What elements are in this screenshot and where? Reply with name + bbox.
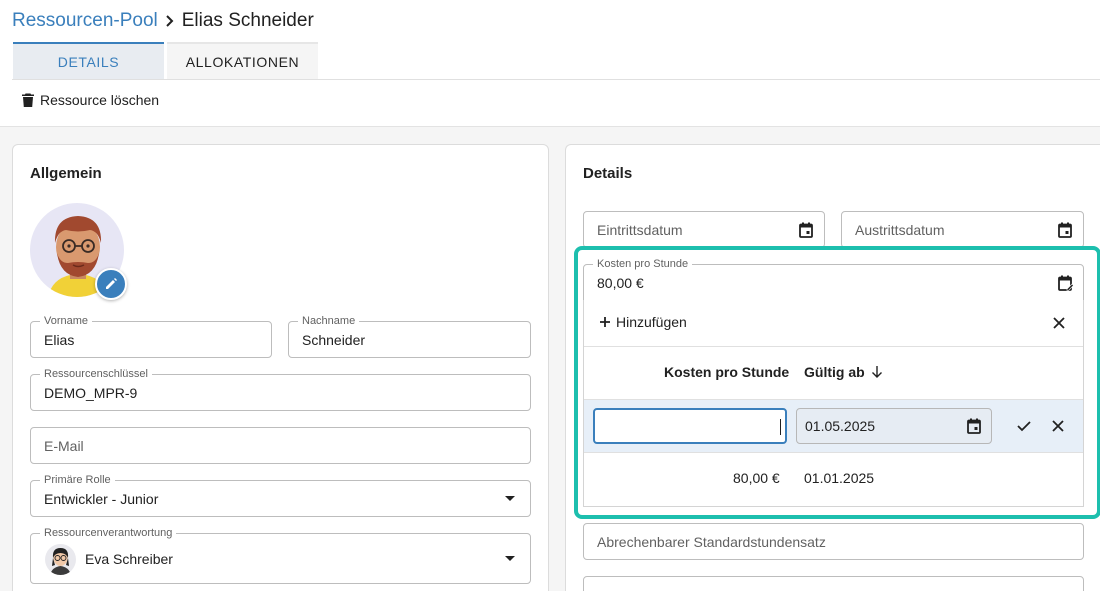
calendar-icon[interactable] xyxy=(798,221,814,239)
general-card-title: Allgemein xyxy=(30,165,102,182)
breadcrumb-parent-link[interactable]: Ressourcen-Pool xyxy=(12,10,158,32)
resource-key-value: DEMO_MPR-9 xyxy=(44,385,138,401)
resource-key-label: Ressourcenschlüssel xyxy=(40,368,152,380)
resource-owner-value: Eva Schreiber xyxy=(85,551,173,567)
chevron-right-icon xyxy=(164,14,176,28)
last-name-label: Nachname xyxy=(298,315,360,327)
resource-key-field[interactable]: Ressourcenschlüssel DEMO_MPR-9 xyxy=(30,368,531,411)
dropdown-arrow-icon xyxy=(503,494,517,504)
next-field[interactable] xyxy=(583,576,1084,591)
billable-rate-placeholder: Abrechenbarer Standardstundensatz xyxy=(597,534,826,550)
delete-resource-label: Ressource löschen xyxy=(40,92,160,108)
resource-owner-select[interactable]: Ressourcenverantwortung Eva Schreiber xyxy=(30,527,531,584)
exit-date-placeholder: Austrittsdatum xyxy=(855,222,945,238)
owner-avatar xyxy=(45,544,76,575)
tab-bar: DETAILS ALLOKATIONEN xyxy=(13,42,318,79)
primary-role-select[interactable]: Primäre Rolle Entwickler - Junior xyxy=(30,474,531,517)
primary-role-value: Entwickler - Junior xyxy=(44,491,159,507)
first-name-field[interactable]: Vorname Elias xyxy=(30,315,272,358)
email-placeholder: E-Mail xyxy=(44,438,84,454)
billable-rate-field[interactable]: Abrechenbarer Standardstundensatz xyxy=(583,523,1084,560)
calendar-icon[interactable] xyxy=(1057,221,1073,239)
details-card-title: Details xyxy=(583,165,633,182)
pencil-icon xyxy=(106,278,117,289)
last-name-field[interactable]: Nachname Schneider xyxy=(288,315,531,358)
delete-resource-button[interactable]: Ressource löschen xyxy=(22,92,159,108)
edit-avatar-button[interactable] xyxy=(95,268,127,300)
trash-icon xyxy=(22,93,34,107)
first-name-value: Elias xyxy=(44,332,75,348)
breadcrumb-current: Elias Schneider xyxy=(181,10,314,31)
tab-allokationen[interactable]: ALLOKATIONEN xyxy=(167,42,318,79)
last-name-value: Schneider xyxy=(302,332,366,348)
dropdown-arrow-icon xyxy=(503,554,517,564)
email-field[interactable]: E-Mail xyxy=(30,427,531,464)
tabs-divider xyxy=(12,79,1100,80)
resource-owner-label: Ressourcenverantwortung xyxy=(40,527,177,539)
entry-date-field[interactable]: Eintrittsdatum xyxy=(583,211,825,248)
primary-role-label: Primäre Rolle xyxy=(40,474,115,486)
highlight-frame xyxy=(574,246,1100,519)
breadcrumb: Ressourcen-Pool Elias Schneider xyxy=(12,8,314,34)
exit-date-field[interactable]: Austrittsdatum xyxy=(841,211,1084,248)
tab-details[interactable]: DETAILS xyxy=(13,42,164,79)
entry-date-placeholder: Eintrittsdatum xyxy=(597,222,683,238)
first-name-label: Vorname xyxy=(40,315,93,327)
